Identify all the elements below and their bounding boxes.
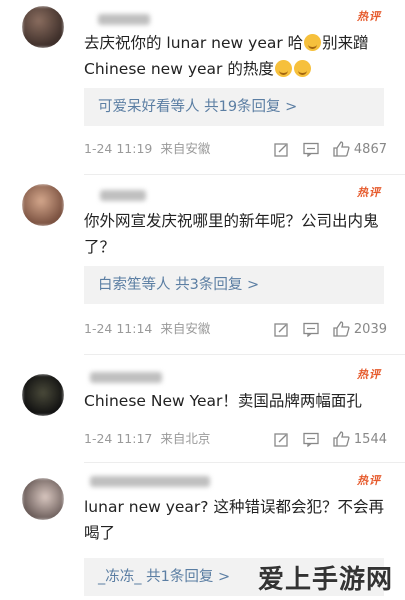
thumbs-up-icon (333, 141, 350, 157)
comment-icon[interactable] (303, 322, 319, 337)
comment-text: Chinese New Year！卖国品牌两幅面孔 (84, 392, 362, 410)
like-count: 1544 (353, 431, 387, 447)
avatar[interactable] (22, 374, 64, 416)
location: 来自安徽 (160, 141, 211, 156)
timestamp: 1-24 11:14 (84, 321, 153, 336)
avatar[interactable] (22, 6, 64, 48)
username-blurred[interactable] (90, 372, 162, 383)
thumbs-up-icon (333, 321, 350, 337)
avatar[interactable] (22, 184, 64, 226)
like-button[interactable]: 1544 (333, 431, 387, 447)
comment-icon[interactable] (303, 142, 319, 157)
avatar[interactable] (22, 478, 64, 520)
comment-meta: 1-24 11:17 来自北京 (84, 430, 210, 448)
hot-badge: 热评 (357, 10, 381, 23)
comment-text: 你外网宣发庆祝哪里的新年呢？公司出内鬼了？ (84, 212, 379, 256)
share-icon[interactable] (274, 142, 289, 157)
divider (84, 462, 405, 463)
comment-text-part: 去庆祝你的 lunar new year 哈 (84, 34, 304, 52)
hot-badge: 热评 (357, 368, 381, 381)
comment-actions: 2039 (260, 320, 387, 338)
like-button[interactable]: 2039 (333, 321, 387, 337)
username-blurred[interactable] (100, 190, 146, 201)
username-blurred[interactable] (98, 14, 150, 25)
hot-badge: 热评 (357, 474, 381, 487)
like-count: 4867 (353, 141, 387, 157)
hot-badge: 热评 (357, 186, 381, 199)
comment-meta: 1-24 11:19 来自安徽 (84, 140, 210, 158)
watermark: 爱上手游网 (257, 565, 393, 595)
location: 来自北京 (160, 431, 211, 446)
divider (84, 174, 405, 175)
divider (84, 354, 405, 355)
comment-text: 去庆祝你的 lunar new year 哈别来蹭 Chinese new ye… (84, 30, 384, 82)
comment-actions: 1544 (260, 430, 387, 448)
comment-text: lunar new year? 这种错误都会犯？不会再喝了 (84, 498, 384, 542)
thumbs-up-icon (333, 431, 350, 447)
username-blurred[interactable] (90, 476, 210, 487)
comment-icon[interactable] (303, 432, 319, 447)
location: 来自安徽 (160, 321, 211, 336)
share-icon[interactable] (274, 322, 289, 337)
replies-link[interactable]: 白索笙等人 共3条回复 > (84, 266, 384, 304)
like-button[interactable]: 4867 (333, 141, 387, 157)
smile-emoji-icon (274, 60, 292, 77)
like-count: 2039 (353, 321, 387, 337)
smile-emoji-icon (293, 60, 311, 77)
comment-actions: 4867 (260, 140, 387, 158)
smile-emoji-icon (304, 34, 322, 51)
timestamp: 1-24 11:19 (84, 141, 153, 156)
comment-meta: 1-24 11:14 来自安徽 (84, 320, 210, 338)
replies-link[interactable]: 可爱呆好看等人 共19条回复 > (84, 88, 384, 126)
share-icon[interactable] (274, 432, 289, 447)
timestamp: 1-24 11:17 (84, 431, 153, 446)
